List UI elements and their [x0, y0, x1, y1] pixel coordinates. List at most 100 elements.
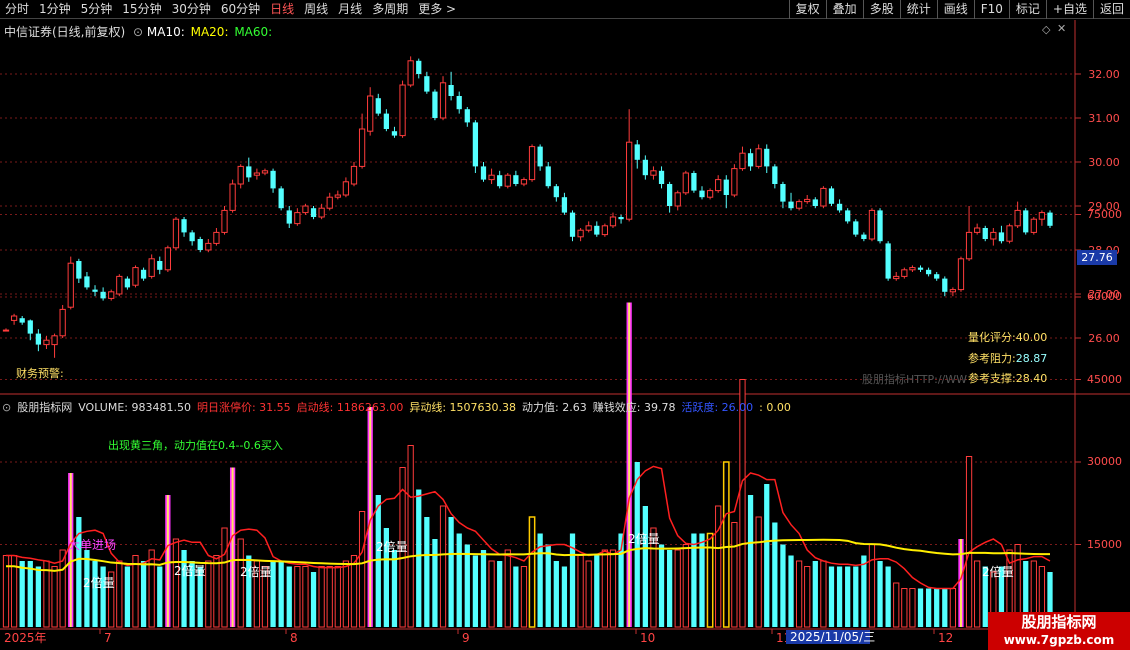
candle-body: [949, 289, 957, 293]
candle-body: [504, 174, 511, 187]
period-tab-4[interactable]: 30分钟: [167, 0, 216, 18]
candle-body: [893, 275, 900, 280]
diamond-icon[interactable]: ◇: [1042, 23, 1050, 36]
big-order-note: 大单进场: [68, 538, 116, 552]
volume-bar: [594, 555, 600, 627]
move-line-value: 异动线: 1507630.38: [409, 401, 517, 414]
candle-body: [172, 218, 180, 249]
candle-body: [205, 242, 212, 251]
volume-bar: [294, 566, 301, 628]
volume-bar: [925, 588, 932, 627]
volume-value: VOLUME: 983481.50: [78, 400, 191, 414]
volume-bar: [302, 566, 309, 628]
volume-tick-label: 30000: [1087, 455, 1122, 468]
period-tab-6[interactable]: 日线: [265, 0, 299, 18]
candle-body: [594, 225, 600, 235]
tail-value: : 0.00: [759, 400, 791, 414]
volume-bar: [893, 582, 900, 628]
ma20-label: MA20:: [190, 25, 229, 39]
period-tab-2[interactable]: 5分钟: [76, 0, 118, 18]
volume-bar: [731, 522, 738, 628]
candle-body: [43, 339, 50, 346]
volume-bar: [788, 555, 794, 627]
candle-body: [836, 203, 843, 211]
volume-bar: [666, 550, 673, 627]
candle-body: [877, 210, 883, 242]
volume-bar: [828, 566, 835, 627]
candle-body: [448, 85, 454, 96]
volume-bar: [205, 560, 212, 628]
candle-body: [965, 231, 973, 260]
candle-body: [229, 183, 236, 211]
period-tab-7[interactable]: 周线: [299, 0, 333, 18]
candle-body: [270, 170, 276, 189]
volume-bar: [472, 555, 479, 627]
candle-body: [497, 175, 503, 187]
stock-title[interactable]: 中信证券(日线,前复权): [4, 25, 125, 39]
volume-bar: [609, 549, 617, 628]
volume-bar: [861, 555, 867, 627]
indicator-name[interactable]: 股朋指标网: [17, 399, 72, 415]
tool-buttons: 复权 叠加 多股 统计 画线 F10 标记 +自选 返回: [788, 0, 1130, 19]
settings-icon[interactable]: ⊙: [2, 401, 11, 414]
tool-button-0[interactable]: 复权: [788, 0, 826, 19]
volume-tick-label: 75000: [1087, 207, 1122, 221]
candle-body: [626, 141, 633, 220]
candle-body: [998, 232, 1005, 242]
candle-body: [764, 148, 770, 167]
candle-body: [828, 188, 835, 204]
candle-body: [666, 184, 673, 206]
candle-body: [545, 166, 551, 187]
tool-button-5[interactable]: F10: [973, 0, 1009, 19]
volume-bar: [51, 566, 58, 628]
tool-button-8[interactable]: 返回: [1092, 0, 1130, 19]
close-icon[interactable]: ✕: [1057, 22, 1066, 35]
volume-indicator-header: ⊙ 股朋指标网 VOLUME: 983481.50 明日涨停价: 31.55 启…: [2, 399, 791, 415]
ma60-label: MA60:: [234, 25, 273, 39]
tool-button-3[interactable]: 统计: [899, 0, 937, 19]
tool-button-6[interactable]: 标记: [1008, 0, 1046, 19]
settings-icon[interactable]: ⊙: [133, 25, 143, 39]
volume-bar: [747, 495, 754, 627]
volume-bar-marker: [369, 407, 372, 627]
volume-bar: [497, 561, 503, 627]
candle-body: [164, 247, 171, 271]
buy-tip: 出现黄三角，动力值在0.4--0.6买入: [108, 439, 283, 452]
volume-bar: [764, 484, 770, 627]
candle-body: [367, 95, 374, 132]
candle-body: [561, 197, 568, 213]
candle-body: [472, 122, 479, 167]
period-tab-0[interactable]: 分时: [0, 0, 34, 18]
candle-body: [407, 60, 414, 86]
volume-bar: [27, 561, 33, 627]
site-badge: 股朋指标网 www.7gpzb.com: [988, 612, 1130, 650]
period-tab-3[interactable]: 15分钟: [117, 0, 166, 18]
period-tab-1[interactable]: 1分钟: [34, 0, 76, 18]
period-tab-8[interactable]: 月线: [333, 0, 367, 18]
tool-button-2[interactable]: 多股: [862, 0, 900, 19]
candle-body: [868, 209, 876, 240]
volume-bar-marker: [959, 539, 962, 627]
price-tick-label: 32.00: [1088, 68, 1120, 81]
volume-bar: [432, 539, 438, 627]
tool-button-7[interactable]: +自选: [1045, 0, 1093, 19]
period-tab-9[interactable]: 多周期: [367, 0, 413, 18]
tool-button-4[interactable]: 画线: [936, 0, 974, 19]
volume-bar: [601, 549, 609, 628]
candle-body: [658, 170, 665, 184]
tool-button-1[interactable]: 叠加: [825, 0, 863, 19]
volume-tick-label: 45000: [1087, 372, 1122, 386]
candle-body: [957, 258, 965, 291]
volume-bar-highlight: [722, 461, 730, 628]
volume-bar: [286, 566, 292, 627]
candle-body: [221, 209, 228, 233]
volume-bar: [909, 588, 916, 628]
period-tab-10[interactable]: 更多 >: [413, 0, 461, 18]
kline-chart[interactable]: 大单进场2倍量2倍量 2倍量2倍量2倍量2倍量2025年 7 8 9 10 11 122025…: [0, 20, 1130, 650]
period-tab-5[interactable]: 60分钟: [216, 0, 265, 18]
candle-body: [59, 308, 66, 337]
candle-body: [747, 153, 754, 167]
candle-body: [634, 144, 640, 160]
volume-bar: [19, 561, 25, 627]
volume-bar: [213, 555, 220, 628]
